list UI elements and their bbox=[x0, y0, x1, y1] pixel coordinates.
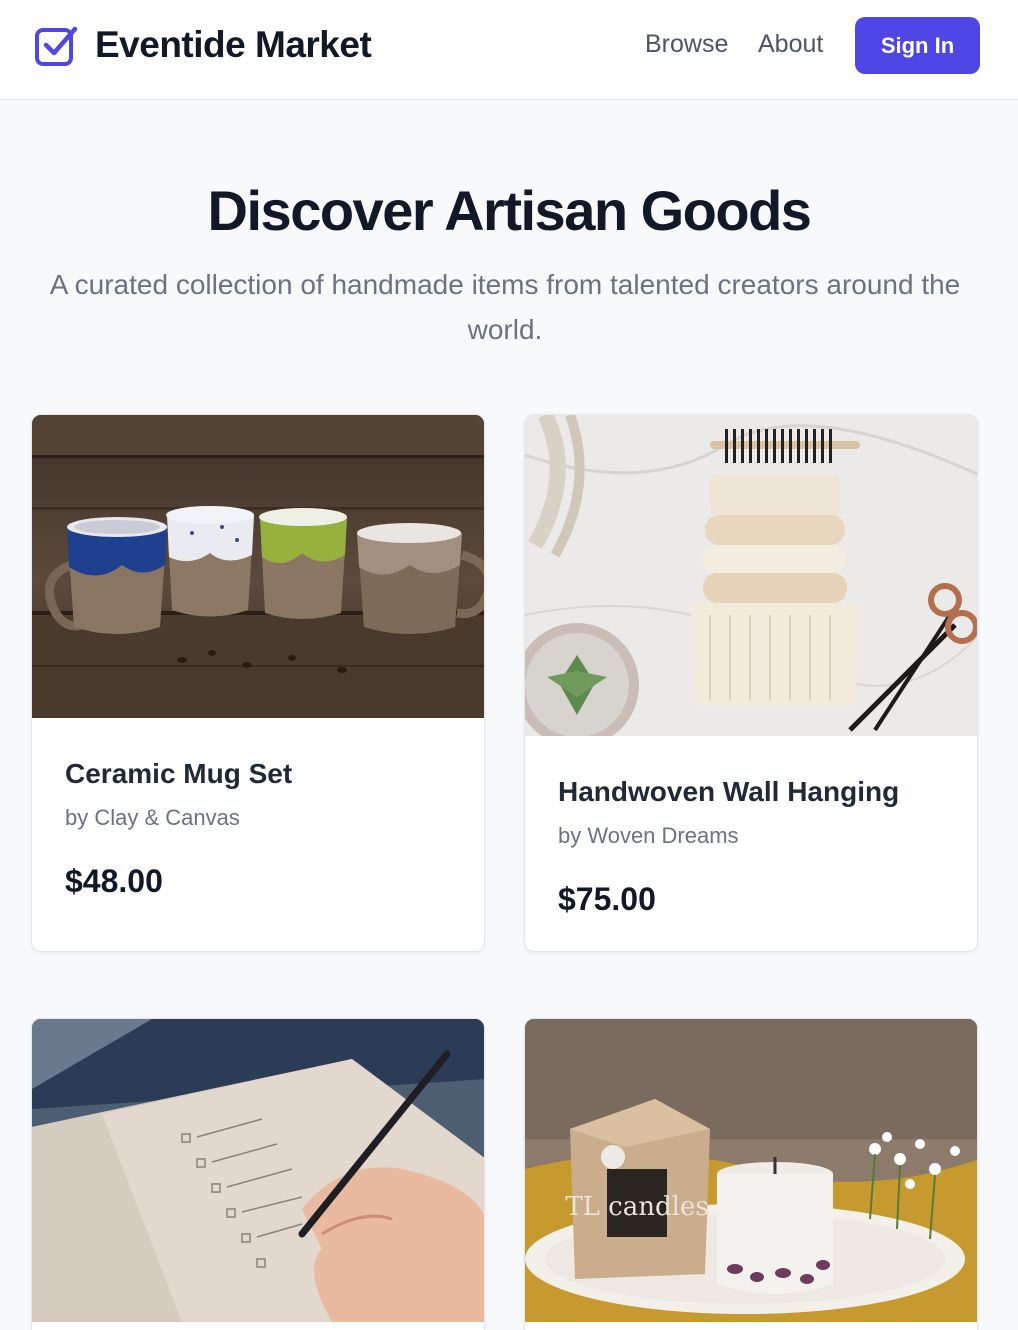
product-maker: by Clay & Canvas bbox=[65, 805, 240, 830]
page-subtitle: A curated collection of handmade items f… bbox=[49, 269, 961, 345]
product-card[interactable]: Ceramic Mug Set by Clay & Canvas $48.00 bbox=[31, 414, 485, 952]
ceramic-mugs-photo[interactable] bbox=[32, 415, 484, 718]
product-card[interactable]: TL candles bbox=[524, 1018, 978, 1330]
nav-browse-link[interactable]: Browse bbox=[645, 30, 728, 59]
checkbox-check-icon[interactable] bbox=[33, 23, 79, 69]
product-title[interactable]: Ceramic Mug Set bbox=[65, 758, 292, 790]
product-card[interactable] bbox=[31, 1018, 485, 1330]
page-title: Discover Artisan Goods bbox=[207, 179, 812, 242]
handwritten-notebook-photo[interactable] bbox=[32, 1019, 484, 1322]
sign-in-button[interactable]: Sign In bbox=[855, 17, 980, 74]
product-card[interactable]: Handwoven Wall Hanging by Woven Dreams $… bbox=[524, 414, 978, 952]
candle-with-box-photo[interactable]: TL candles bbox=[525, 1019, 977, 1322]
product-maker: by Woven Dreams bbox=[558, 823, 739, 848]
brand-name[interactable]: Eventide Market bbox=[95, 24, 372, 66]
site-header: Eventide Market Browse About Sign In bbox=[0, 0, 1018, 100]
candle-box-label: TL candles bbox=[565, 1192, 708, 1222]
product-price: $48.00 bbox=[65, 863, 163, 899]
nav-about-link[interactable]: About bbox=[758, 30, 823, 59]
product-price: $75.00 bbox=[558, 881, 656, 917]
product-title[interactable]: Handwoven Wall Hanging bbox=[558, 776, 899, 808]
woven-wall-hanging-photo[interactable] bbox=[525, 415, 977, 736]
